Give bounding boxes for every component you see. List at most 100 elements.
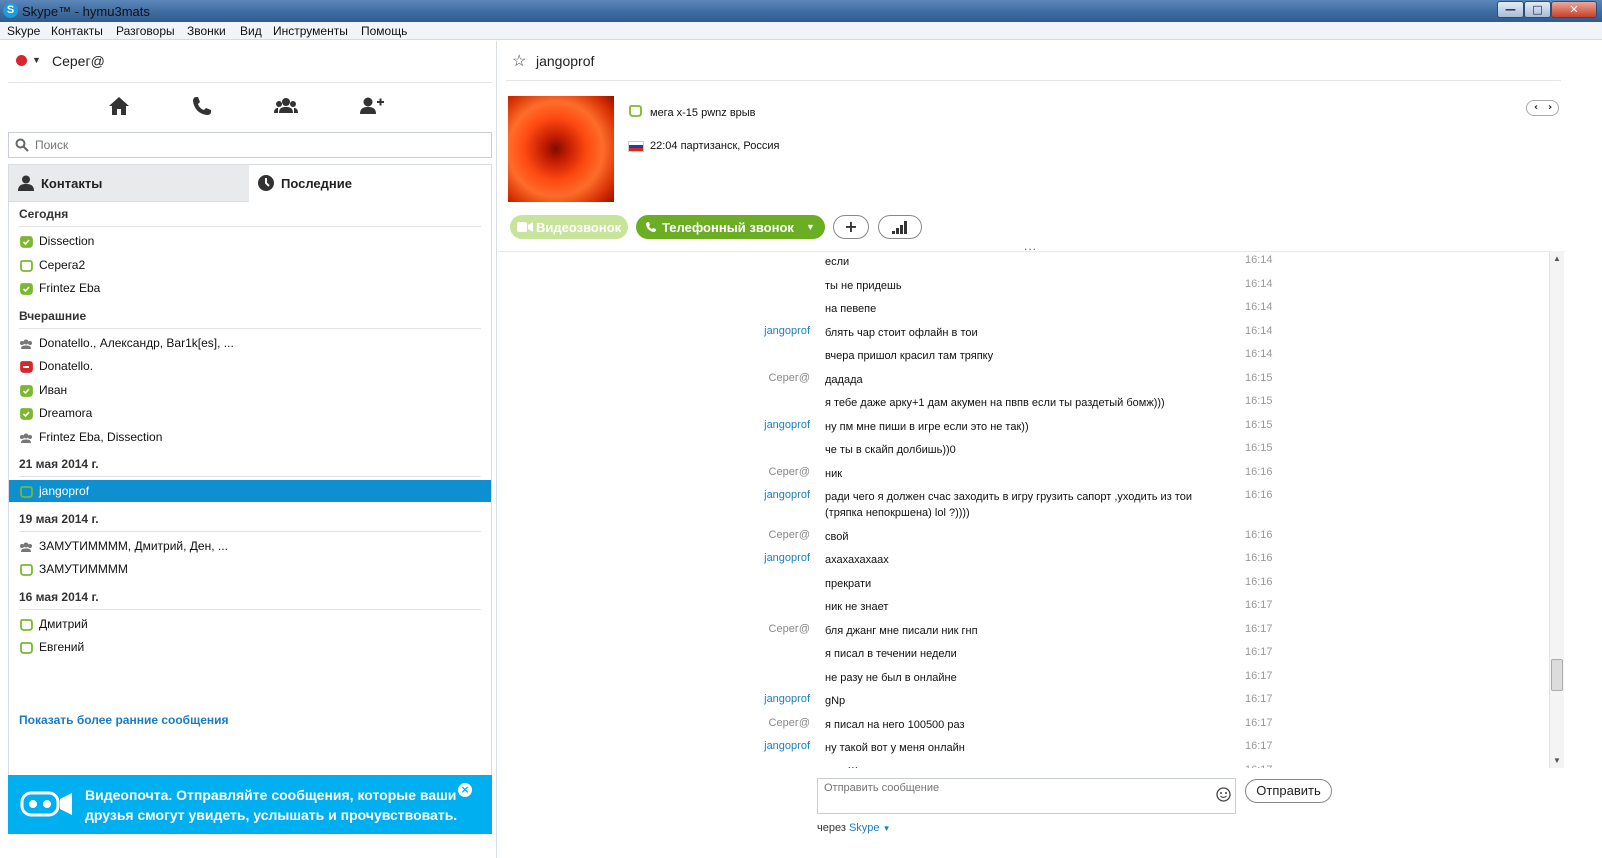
add-participants-button[interactable]: + — [833, 215, 869, 239]
message-time: 16:17 — [1245, 693, 1273, 705]
contact-item[interactable]: Евгений — [9, 636, 491, 658]
message-author[interactable]: jangoprof — [764, 552, 810, 564]
tab-recent-label: Последние — [281, 176, 352, 191]
message-time: 16:15 — [1245, 418, 1273, 431]
home-icon[interactable] — [105, 92, 133, 120]
message-scrollbar[interactable]: ▲ ▼ — [1549, 251, 1564, 768]
contact-avatar[interactable] — [508, 96, 614, 202]
online-check-icon — [20, 236, 33, 248]
show-earlier-link[interactable]: Показать более ранние сообщения — [19, 713, 229, 727]
contact-item[interactable]: Серега2 — [9, 254, 491, 276]
menu-tools[interactable]: Инструменты — [273, 24, 348, 38]
message-text: я писал в течении недели — [825, 648, 957, 660]
send-button[interactable]: Отправить — [1245, 779, 1332, 803]
video-call-button[interactable]: Видеозвонок — [510, 215, 628, 239]
profile-name[interactable]: Серег@ — [52, 53, 105, 69]
offline-status-icon — [629, 105, 642, 117]
message-history[interactable]: если 16:14 ты не придешь 16:14 на певепе 16:1… — [498, 251, 1565, 768]
emoticon-icon[interactable] — [1216, 787, 1231, 802]
profile-nav-arrows[interactable]: ‹ › — [1526, 100, 1559, 116]
menu-help[interactable]: Помощь — [361, 24, 407, 38]
contact-item[interactable]: Donatello. — [9, 355, 491, 377]
pane-splitter[interactable]: · · · — [483, 477, 486, 494]
via-service-name[interactable]: Skype — [849, 822, 880, 834]
scroll-down-icon[interactable]: ▼ — [1553, 756, 1561, 765]
menu-skype[interactable]: Skype — [7, 24, 40, 38]
search-box — [8, 132, 492, 158]
message-time: 16:15 — [1245, 371, 1273, 384]
contact-item[interactable]: ЗАМУТИММММ — [9, 558, 491, 580]
group-icon[interactable] — [272, 92, 300, 120]
contact-name: Donatello. — [39, 359, 94, 373]
message-author[interactable]: Серег@ — [769, 717, 810, 729]
message-author[interactable]: Серег@ — [769, 466, 810, 478]
menu-view[interactable]: Вид — [240, 24, 262, 38]
chevron-right-icon[interactable]: › — [1548, 102, 1552, 113]
offline-icon — [20, 486, 33, 498]
message-time: 16:15 — [1245, 442, 1273, 454]
promo-close-icon[interactable]: × — [458, 783, 472, 797]
group-header: 21 мая 2014 г. — [19, 457, 481, 477]
contact-item[interactable]: Frintez Eba, Dissection — [9, 426, 491, 448]
message-author[interactable]: jangoprof — [764, 740, 810, 752]
phone-call-button[interactable]: Телефонный звонок ▼ — [636, 215, 825, 239]
scroll-up-icon[interactable]: ▲ — [1553, 254, 1561, 263]
close-button[interactable]: ✕ — [1551, 1, 1597, 18]
videomail-promo-banner[interactable]: Видеопочта. Отправляйте сообщения, котор… — [8, 775, 492, 834]
tab-recent[interactable]: Последние — [249, 165, 491, 202]
search-input[interactable] — [35, 136, 475, 154]
local-time-location: 22:04 партизанск, Россия — [650, 140, 780, 152]
message-text: я писал на него 100500 раз — [825, 718, 965, 731]
contact-item[interactable]: Иван — [9, 379, 491, 401]
message-text: че ты в скайп долбишь))0 — [825, 444, 956, 456]
chevron-down-icon[interactable]: ▼ — [883, 824, 891, 833]
profile-bar[interactable]: ▼ Серег@ — [8, 41, 492, 83]
chevron-down-icon[interactable]: ▼ — [806, 222, 815, 232]
person-icon — [18, 175, 34, 191]
phone-icon[interactable] — [188, 92, 216, 120]
minimize-button[interactable]: — — [1497, 1, 1524, 18]
chevron-down-icon[interactable]: ▼ — [32, 55, 41, 65]
message-author[interactable]: Серег@ — [769, 529, 810, 541]
menu-conversations[interactable]: Разговоры — [116, 24, 175, 38]
contact-item[interactable]: ЗАМУТИММММ, Дмитрий, Ден, ... — [9, 535, 491, 557]
contact-name: Серега2 — [39, 257, 86, 272]
message-author[interactable]: Серег@ — [769, 372, 810, 384]
contact-name: Frintez Eba, Dissection — [39, 429, 163, 444]
add-contact-icon[interactable] — [357, 92, 385, 120]
busy-status-icon[interactable] — [16, 55, 27, 66]
tab-contacts[interactable]: Контакты — [9, 165, 249, 202]
favorite-star-icon[interactable]: ☆ — [512, 51, 526, 71]
window-title: Skype™ - hymu3mats — [22, 4, 150, 19]
group-icon — [20, 339, 32, 349]
call-quality-button[interactable] — [878, 215, 922, 239]
group-icon — [20, 433, 32, 443]
contact-name: Dissection — [39, 234, 95, 248]
scroll-thumb[interactable] — [1551, 659, 1563, 691]
menu-contacts[interactable]: Контакты — [51, 24, 103, 38]
offline-icon — [20, 618, 33, 631]
maximize-button[interactable]: □ — [1524, 1, 1551, 18]
contact-item[interactable]: Frintez Eba — [9, 277, 491, 299]
message-time: 16:17 — [1245, 764, 1273, 769]
message-author[interactable]: jangoprof — [764, 489, 810, 501]
video-camera-icon — [517, 222, 533, 232]
message-author[interactable]: Серег@ — [769, 623, 810, 635]
message-input[interactable] — [824, 782, 1204, 810]
message-author[interactable]: jangoprof — [764, 419, 810, 431]
contact-item[interactable]: jangoprof — [9, 480, 491, 502]
message-author[interactable]: jangoprof — [764, 325, 810, 337]
chevron-left-icon[interactable]: ‹ — [1534, 102, 1538, 113]
message-text: gNp — [825, 695, 846, 707]
message-author[interactable]: jangoprof — [764, 693, 810, 705]
message-time: 16:17 — [1245, 646, 1273, 658]
contact-item[interactable]: Donatello., Александр, Bar1k[es], ... — [9, 332, 491, 354]
phone-icon — [646, 222, 656, 232]
message-time: 16:16 — [1245, 465, 1273, 478]
via-service[interactable]: через Skype ▼ — [817, 822, 891, 834]
contact-item[interactable]: Dreamora — [9, 402, 491, 424]
contact-item[interactable]: Дмитрий — [9, 613, 491, 635]
contact-item[interactable]: Dissection — [9, 230, 491, 252]
menu-calls[interactable]: Звонки — [187, 24, 226, 38]
promo-text: Видеопочта. Отправляйте сообщения, котор… — [85, 787, 458, 823]
